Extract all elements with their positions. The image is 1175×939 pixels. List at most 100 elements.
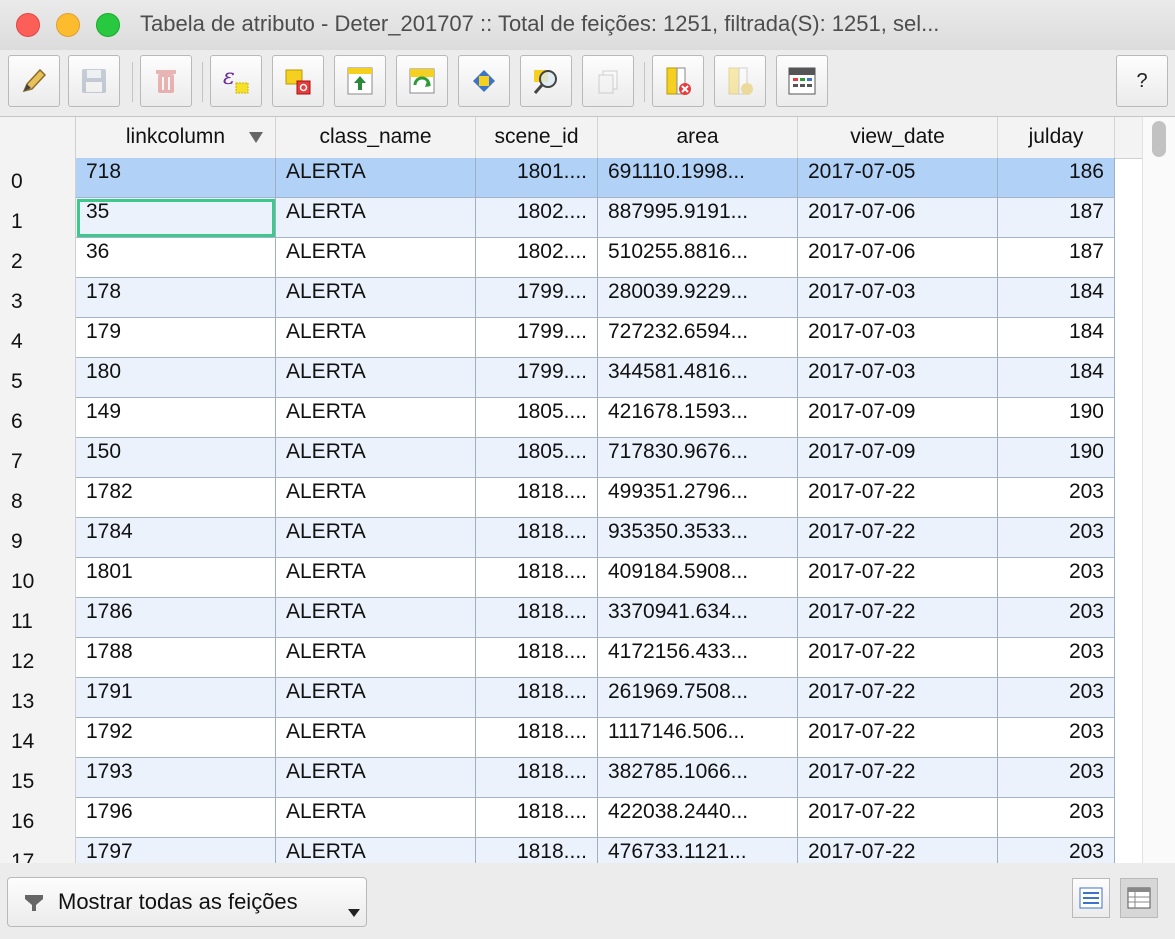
copy-rows-button[interactable] <box>582 55 634 107</box>
table-cell-julday[interactable]: 203 <box>998 638 1115 678</box>
row-number[interactable]: 9 <box>0 518 76 558</box>
table-cell-linkcolumn[interactable]: 1793 <box>76 758 276 798</box>
table-cell-scene-id[interactable]: 1818.... <box>476 558 598 598</box>
table-row[interactable]: 2 36 ALERTA 1802.... 510255.8816... 2017-07-0… <box>0 238 1115 278</box>
table-row[interactable]: 0 718 ALERTA 1801.... 691110.1998... 2017-07-… <box>0 158 1115 198</box>
table-cell-area[interactable]: 727232.6594... <box>598 318 798 358</box>
column-header-julday[interactable]: julday <box>998 117 1115 158</box>
table-cell-view-date[interactable]: 2017-07-22 <box>798 758 998 798</box>
table-cell-scene-id[interactable]: 1799.... <box>476 318 598 358</box>
table-cell-view-date[interactable]: 2017-07-22 <box>798 558 998 598</box>
table-cell-linkcolumn[interactable]: 1782 <box>76 478 276 518</box>
row-number[interactable]: 0 <box>0 158 76 198</box>
table-cell-class-name[interactable]: ALERTA <box>276 358 476 398</box>
select-by-expression-button[interactable]: ε <box>210 55 262 107</box>
table-row[interactable]: 14 1792 ALERTA 1818.... 1117146.506... 2017-0… <box>0 718 1115 758</box>
table-row[interactable]: 1 35 ALERTA 1802.... 887995.9191... 2017-07-0… <box>0 198 1115 238</box>
delete-column-button[interactable] <box>652 55 704 107</box>
table-cell-julday[interactable]: 184 <box>998 278 1115 318</box>
table-cell-linkcolumn[interactable]: 1797 <box>76 838 276 863</box>
table-cell-julday[interactable]: 186 <box>998 158 1115 198</box>
table-cell-linkcolumn[interactable]: 1786 <box>76 598 276 638</box>
table-cell-view-date[interactable]: 2017-07-06 <box>798 238 998 278</box>
table-cell-view-date[interactable]: 2017-07-22 <box>798 838 998 863</box>
table-cell-area[interactable]: 935350.3533... <box>598 518 798 558</box>
table-cell-linkcolumn[interactable]: 149 <box>76 398 276 438</box>
table-cell-class-name[interactable]: ALERTA <box>276 758 476 798</box>
table-cell-linkcolumn[interactable]: 35 <box>76 198 276 238</box>
table-cell-area[interactable]: 499351.2796... <box>598 478 798 518</box>
table-cell-scene-id[interactable]: 1818.... <box>476 758 598 798</box>
table-cell-area[interactable]: 382785.1066... <box>598 758 798 798</box>
row-number[interactable]: 5 <box>0 358 76 398</box>
table-cell-class-name[interactable]: ALERTA <box>276 798 476 838</box>
table-cell-view-date[interactable]: 2017-07-03 <box>798 358 998 398</box>
table-cell-julday[interactable]: 184 <box>998 318 1115 358</box>
table-cell-view-date[interactable]: 2017-07-03 <box>798 278 998 318</box>
column-header-view-date[interactable]: view_date <box>798 117 998 158</box>
table-cell-class-name[interactable]: ALERTA <box>276 398 476 438</box>
table-cell-linkcolumn[interactable]: 36 <box>76 238 276 278</box>
zoom-to-selected-button[interactable] <box>520 55 572 107</box>
table-cell-view-date[interactable]: 2017-07-03 <box>798 318 998 358</box>
help-button[interactable]: ? <box>1116 55 1168 107</box>
table-cell-scene-id[interactable]: 1805.... <box>476 438 598 478</box>
table-cell-julday[interactable]: 190 <box>998 398 1115 438</box>
table-cell-class-name[interactable]: ALERTA <box>276 278 476 318</box>
row-number[interactable]: 4 <box>0 318 76 358</box>
table-cell-area[interactable]: 717830.9676... <box>598 438 798 478</box>
vertical-scrollbar[interactable] <box>1142 117 1175 863</box>
table-cell-area[interactable]: 421678.1593... <box>598 398 798 438</box>
table-cell-view-date[interactable]: 2017-07-22 <box>798 598 998 638</box>
row-number[interactable]: 1 <box>0 198 76 238</box>
table-row[interactable]: 17 1797 ALERTA 1818.... 476733.1121... 2017-0… <box>0 838 1115 863</box>
table-row[interactable]: 12 1788 ALERTA 1818.... 4172156.433... 2017-0… <box>0 638 1115 678</box>
table-cell-scene-id[interactable]: 1818.... <box>476 478 598 518</box>
table-cell-class-name[interactable]: ALERTA <box>276 198 476 238</box>
table-cell-view-date[interactable]: 2017-07-22 <box>798 478 998 518</box>
table-cell-area[interactable]: 344581.4816... <box>598 358 798 398</box>
table-cell-class-name[interactable]: ALERTA <box>276 638 476 678</box>
table-cell-view-date[interactable]: 2017-07-22 <box>798 798 998 838</box>
table-cell-view-date[interactable]: 2017-07-22 <box>798 638 998 678</box>
new-column-button[interactable] <box>714 55 766 107</box>
minimize-window-button[interactable] <box>56 13 80 37</box>
table-cell-linkcolumn[interactable]: 179 <box>76 318 276 358</box>
header-corner[interactable] <box>0 117 76 158</box>
table-cell-linkcolumn[interactable]: 1801 <box>76 558 276 598</box>
row-number[interactable]: 17 <box>0 838 76 863</box>
table-cell-julday[interactable]: 203 <box>998 598 1115 638</box>
deselect-all-button[interactable] <box>272 55 324 107</box>
table-cell-area[interactable]: 422038.2440... <box>598 798 798 838</box>
table-cell-view-date[interactable]: 2017-07-09 <box>798 438 998 478</box>
table-row[interactable]: 8 1782 ALERTA 1818.... 499351.2796... 2017-07… <box>0 478 1115 518</box>
row-number[interactable]: 2 <box>0 238 76 278</box>
table-row[interactable]: 4 179 ALERTA 1799.... 727232.6594... 2017-07-… <box>0 318 1115 358</box>
table-cell-area[interactable]: 476733.1121... <box>598 838 798 863</box>
table-cell-area[interactable]: 3370941.634... <box>598 598 798 638</box>
table-row[interactable]: 11 1786 ALERTA 1818.... 3370941.634... 2017-0… <box>0 598 1115 638</box>
row-number[interactable]: 10 <box>0 558 76 598</box>
table-cell-linkcolumn[interactable]: 180 <box>76 358 276 398</box>
table-cell-linkcolumn[interactable]: 1784 <box>76 518 276 558</box>
table-cell-julday[interactable]: 203 <box>998 478 1115 518</box>
table-row[interactable]: 10 1801 ALERTA 1818.... 409184.5908... 2017-0… <box>0 558 1115 598</box>
table-cell-class-name[interactable]: ALERTA <box>276 558 476 598</box>
table-cell-view-date[interactable]: 2017-07-22 <box>798 718 998 758</box>
table-cell-view-date[interactable]: 2017-07-06 <box>798 198 998 238</box>
table-cell-linkcolumn[interactable]: 1788 <box>76 638 276 678</box>
table-row[interactable]: 6 149 ALERTA 1805.... 421678.1593... 2017-07-… <box>0 398 1115 438</box>
save-edits-button[interactable] <box>68 55 120 107</box>
table-cell-linkcolumn[interactable]: 1796 <box>76 798 276 838</box>
toggle-editing-button[interactable] <box>8 55 60 107</box>
table-row[interactable]: 5 180 ALERTA 1799.... 344581.4816... 2017-07-… <box>0 358 1115 398</box>
table-cell-view-date[interactable]: 2017-07-09 <box>798 398 998 438</box>
table-cell-area[interactable]: 409184.5908... <box>598 558 798 598</box>
delete-selected-button[interactable] <box>140 55 192 107</box>
table-cell-scene-id[interactable]: 1818.... <box>476 718 598 758</box>
table-cell-class-name[interactable]: ALERTA <box>276 438 476 478</box>
pan-to-selected-button[interactable] <box>458 55 510 107</box>
table-cell-scene-id[interactable]: 1799.... <box>476 278 598 318</box>
row-number[interactable]: 13 <box>0 678 76 718</box>
table-cell-scene-id[interactable]: 1801.... <box>476 158 598 198</box>
